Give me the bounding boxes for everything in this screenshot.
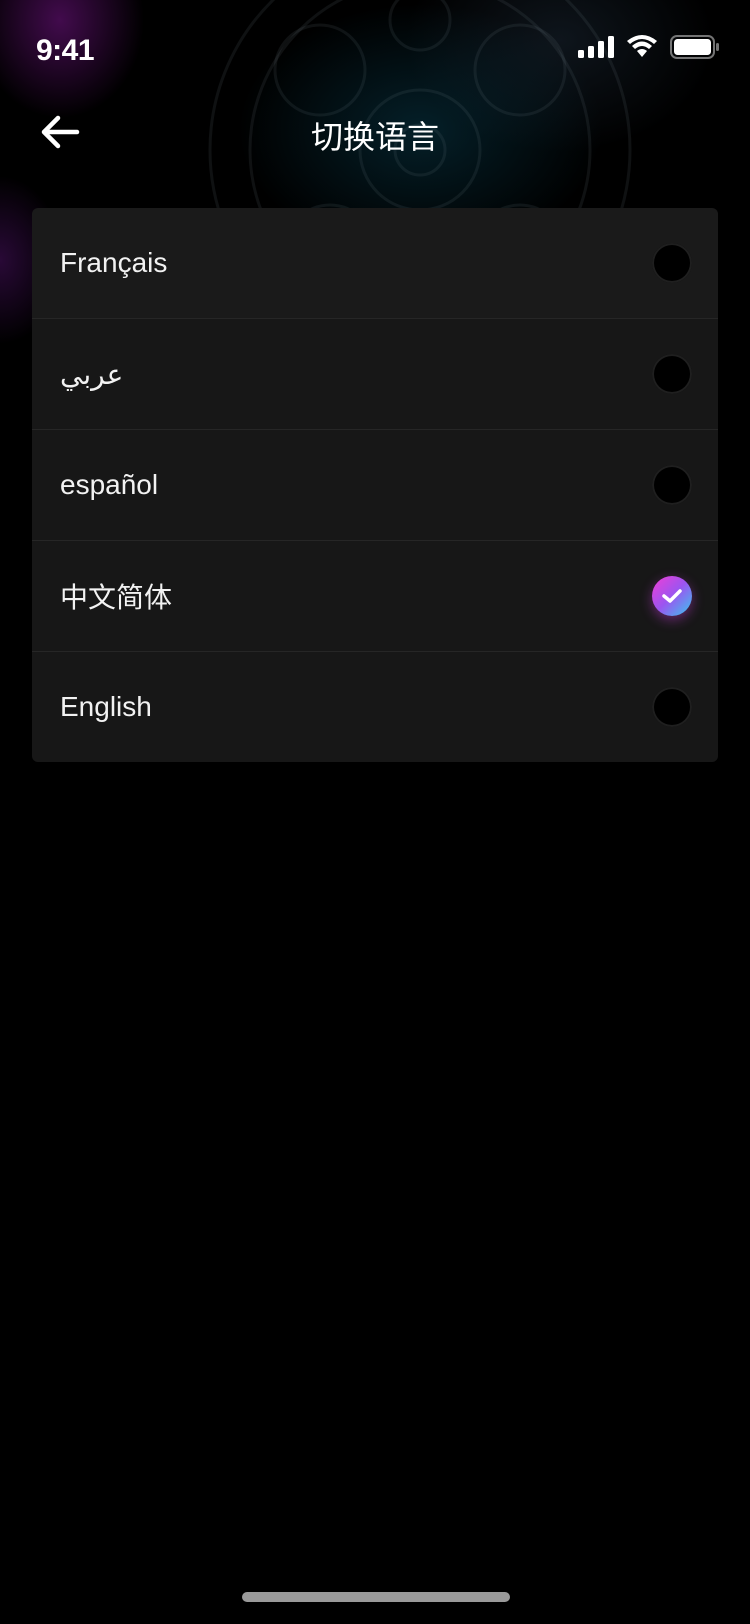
- nav-header: 切换语言: [0, 92, 750, 172]
- language-option-spanish[interactable]: español: [32, 430, 718, 541]
- language-option-arabic[interactable]: عربي: [32, 319, 718, 430]
- status-bar: 9:41: [0, 0, 750, 92]
- language-label: عربي: [60, 358, 124, 390]
- language-option-chinese-simplified[interactable]: 中文简体: [32, 541, 718, 652]
- language-list: Français عربي español 中文简体 English: [32, 208, 718, 762]
- language-option-english[interactable]: English: [32, 652, 718, 762]
- status-icons: [578, 34, 720, 60]
- home-indicator: [242, 1592, 510, 1602]
- radio-unchecked-icon[interactable]: [652, 243, 692, 283]
- radio-unchecked-icon[interactable]: [652, 687, 692, 727]
- signal-icon: [578, 36, 614, 58]
- checkmark-icon: [662, 589, 682, 603]
- radio-unchecked-icon[interactable]: [652, 354, 692, 394]
- page-title: 切换语言: [310, 119, 439, 155]
- status-time: 9:41: [36, 34, 95, 67]
- language-label: English: [60, 691, 152, 722]
- radio-unchecked-icon[interactable]: [652, 465, 692, 505]
- language-label: español: [60, 469, 159, 500]
- radio-checked-icon[interactable]: [652, 576, 692, 616]
- language-option-french[interactable]: Français: [32, 208, 718, 319]
- battery-icon: [670, 35, 719, 59]
- wifi-icon: [627, 35, 657, 57]
- language-label: 中文简体: [60, 582, 173, 613]
- language-label: Français: [60, 247, 168, 278]
